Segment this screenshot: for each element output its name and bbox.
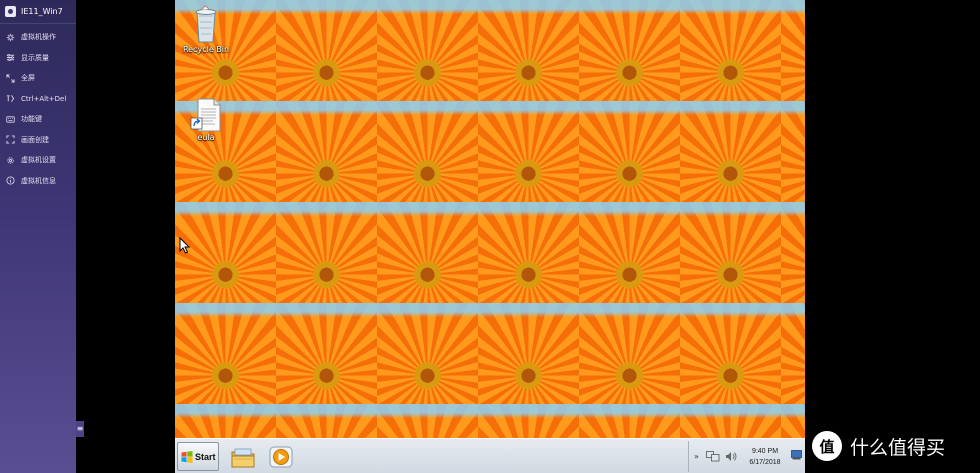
recycle-bin-icon: [195, 5, 217, 43]
start-label: Start: [195, 451, 216, 462]
desktop-icon-eula[interactable]: eula: [176, 98, 236, 142]
system-tray: » 9:40 PM 6/17/2018: [688, 441, 805, 472]
start-button[interactable]: Start: [177, 442, 219, 471]
info-icon: [6, 176, 15, 185]
sidebar-item-label: 虚拟机操作: [21, 33, 56, 42]
screen-create-icon: [6, 135, 15, 144]
windows-taskbar: Start » 9:40 PM 6/17/2018: [175, 438, 805, 473]
sidebar-item-label: 画面创建: [21, 135, 49, 144]
sidebar-item-label: 显示质量: [21, 53, 49, 62]
action-center-flag-icon[interactable]: [791, 450, 802, 460]
sidebar-item-label: 全屏: [21, 74, 35, 83]
sidebar-item-label: 功能键: [21, 115, 42, 124]
smzdm-logo-glyph: 值: [819, 437, 835, 456]
smzdm-watermark: 值 什么值得买: [812, 431, 945, 461]
gear-icon: [7, 157, 14, 164]
network-icon[interactable]: [706, 451, 720, 462]
volume-icon[interactable]: [725, 451, 737, 462]
smzdm-logo-icon: 值: [812, 431, 842, 461]
vm-sidebar: IE11_Win7 虚拟机操作 显示质量 全屏 Ctrl+Alt+Del 功能键…: [0, 0, 76, 473]
sidebar-item-label: Ctrl+Alt+Del: [21, 94, 67, 103]
wallpaper-overlay: [175, 0, 805, 473]
system-clock[interactable]: 9:40 PM 6/17/2018: [743, 446, 787, 468]
display-quality-icon: [6, 54, 15, 62]
sidebar-item-ctrl-alt-del[interactable]: Ctrl+Alt+Del: [0, 89, 76, 110]
mouse-cursor-icon: [179, 237, 190, 254]
sidebar-item-label: 虚拟机信息: [21, 176, 56, 185]
watermark-text: 什么值得买: [850, 436, 946, 459]
sidebar-item-fullscreen[interactable]: 全屏: [0, 68, 76, 89]
media-player-icon[interactable]: [268, 444, 294, 470]
sidebar-item-vm-settings[interactable]: 虚拟机设置: [0, 150, 76, 171]
desktop-icon-label: eula: [197, 133, 215, 142]
windows-logo-icon: [181, 450, 193, 463]
sidebar-collapse-handle[interactable]: ≡: [76, 421, 84, 437]
sidebar-item-screen-create[interactable]: 画面创建: [0, 130, 76, 151]
fullscreen-icon: [6, 74, 15, 83]
windows-desktop[interactable]: Recycle Bin eula: [175, 0, 805, 473]
clock-time: 9:40 PM: [751, 448, 779, 455]
sidebar-item-function-keys[interactable]: 功能键: [0, 109, 76, 130]
desktop-icon-label: Recycle Bin: [182, 45, 230, 54]
vm-ops-icon: [6, 33, 15, 42]
vm-icon: [5, 6, 16, 17]
vm-title-bar: IE11_Win7: [0, 0, 76, 24]
text-document-shortcut-icon: [190, 98, 221, 132]
windows-explorer-icon[interactable]: [230, 444, 256, 470]
sidebar-item-vm-ops[interactable]: 虚拟机操作: [0, 27, 76, 48]
sidebar-item-display-quality[interactable]: 显示质量: [0, 48, 76, 69]
keyboard-combo-icon: [6, 95, 15, 103]
vm-title: IE11_Win7: [21, 7, 63, 16]
show-hidden-icons-button[interactable]: »: [694, 452, 699, 461]
function-keys-icon: [6, 116, 15, 123]
sidebar-item-label: 虚拟机设置: [21, 156, 56, 165]
sidebar-item-vm-info[interactable]: 虚拟机信息: [0, 171, 76, 192]
clock-date: 6/17/2018: [749, 459, 781, 466]
desktop-icon-recycle-bin[interactable]: Recycle Bin: [176, 4, 236, 54]
